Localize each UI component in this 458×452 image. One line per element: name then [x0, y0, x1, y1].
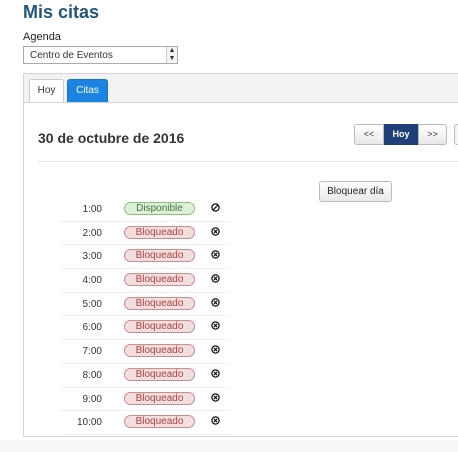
agenda-select[interactable]: Centro de Eventos ▲ ▼ — [23, 46, 178, 64]
slot-status-badge: Bloqueado — [124, 367, 195, 381]
time-slot-row: 8:00 Bloqueado — [60, 364, 230, 388]
next-day-button[interactable]: >> — [418, 124, 447, 145]
unblock-x-icon[interactable] — [211, 250, 220, 260]
slot-status-badge: Bloqueado — [124, 344, 195, 358]
previous-day-button[interactable]: << — [354, 124, 384, 145]
agenda-select-value: Centro de Eventos — [30, 50, 113, 61]
time-slot-row: 6:00 Bloqueado — [60, 316, 230, 341]
slot-status-badge: Bloqueado — [124, 391, 195, 405]
slot-status-badge: Disponible — [124, 202, 195, 215]
date-heading: 30 de octubre de 2016 — [38, 130, 185, 146]
slot-status-badge: Bloqueado — [124, 296, 195, 310]
tab-citas[interactable]: Citas — [67, 79, 108, 102]
tab-hoy[interactable]: Hoy — [29, 79, 64, 102]
agenda-label: Agenda — [23, 31, 61, 43]
unblock-x-icon[interactable] — [211, 392, 220, 402]
unblock-x-icon[interactable] — [211, 369, 220, 378]
slot-time: 2:00 — [82, 227, 102, 239]
time-slot-row: 3:00 Bloqueado — [60, 245, 230, 270]
date-navigation: << Hoy >> — [354, 124, 447, 145]
unblock-x-icon[interactable] — [211, 298, 220, 307]
slot-time: 6:00 — [82, 322, 102, 334]
view-toggle-button[interactable] — [454, 124, 458, 145]
block-day-button[interactable]: Bloquear día — [319, 181, 392, 202]
slot-time: 4:00 — [82, 275, 102, 287]
slot-time: 10:00 — [76, 417, 102, 429]
footer-bar — [0, 440, 458, 452]
time-slot-row: 2:00 Bloqueado — [60, 222, 230, 246]
slot-time: 3:00 — [82, 251, 102, 263]
slot-time: 9:00 — [82, 393, 102, 405]
slot-status-badge: Bloqueado — [124, 249, 195, 263]
divider — [38, 161, 458, 162]
time-slot-list: 1:00 Disponible 2:00 Bloqueado 3:00 Bloqueado… — [60, 198, 230, 435]
slot-time: 7:00 — [82, 346, 102, 358]
time-slot-row: 7:00 Bloqueado — [60, 340, 230, 364]
time-slot-row: 10:00 Bloqueado — [60, 411, 230, 435]
unblock-x-icon[interactable] — [211, 274, 220, 283]
unblock-x-icon[interactable] — [211, 345, 220, 354]
block-icon[interactable] — [211, 203, 220, 212]
time-slot-row: 5:00 Bloqueado — [60, 293, 230, 317]
today-button[interactable]: Hoy — [384, 124, 418, 145]
unblock-x-icon[interactable] — [211, 226, 220, 236]
slot-time: 1:00 — [82, 204, 102, 215]
tab-bar: Hoy Citas — [24, 74, 458, 103]
slot-time: 8:00 — [82, 369, 102, 381]
page-title: Mis citas — [23, 2, 100, 22]
time-slot-row: 4:00 Bloqueado — [60, 269, 230, 293]
slot-status-badge: Bloqueado — [124, 320, 195, 334]
select-arrows-icon: ▲ ▼ — [166, 47, 177, 63]
slot-status-badge: Bloqueado — [124, 415, 195, 429]
unblock-x-icon[interactable] — [211, 416, 220, 425]
slot-status-badge: Bloqueado — [124, 225, 195, 239]
time-slot-row: 1:00 Disponible — [60, 198, 230, 222]
time-slot-row: 9:00 Bloqueado — [60, 388, 230, 412]
slot-status-badge: Bloqueado — [124, 273, 195, 287]
slot-time: 5:00 — [82, 298, 102, 310]
unblock-x-icon[interactable] — [211, 321, 220, 331]
